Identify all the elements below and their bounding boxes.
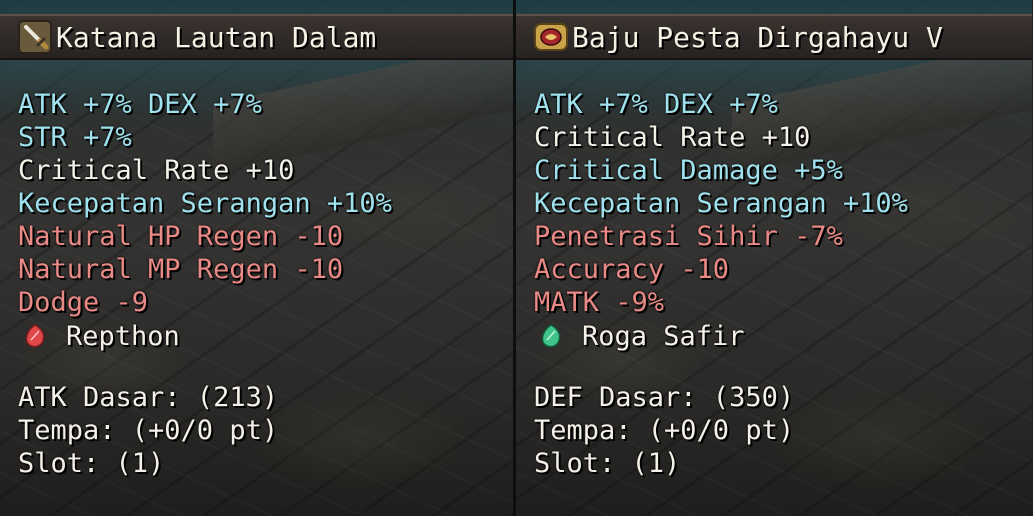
stat-line: Accuracy -10 xyxy=(534,254,730,285)
stat-line: STR +7% xyxy=(18,122,132,153)
katana-icon xyxy=(18,20,52,54)
slot-info: Slot: (1) xyxy=(18,448,165,479)
gem-label: Repthon xyxy=(66,320,180,352)
stat-line: Natural MP Regen -10 xyxy=(18,254,344,285)
base-atk: ATK Dasar: (213) xyxy=(18,382,279,413)
stat-line: ATK +7% DEX +7% xyxy=(18,89,262,120)
gem-label: Roga Safir xyxy=(582,320,745,352)
green-gem-icon xyxy=(541,324,561,348)
stat-line: Critical Rate +10 xyxy=(18,155,295,186)
stat-line: MATK -9% xyxy=(534,287,665,318)
item-title-bar: Baju Pesta Dirgahayu V xyxy=(516,14,1032,60)
stat-line: Dodge -9 xyxy=(18,287,149,318)
item-tooltip-right: Baju Pesta Dirgahayu V ATK +7% DEX +7% C… xyxy=(516,0,1032,516)
item-title: Baju Pesta Dirgahayu V xyxy=(572,20,943,54)
stat-line: ATK +7% DEX +7% xyxy=(534,89,778,120)
item-stats: ATK +7% DEX +7% STR +7% Critical Rate +1… xyxy=(18,88,507,480)
item-title: Katana Lautan Dalam xyxy=(56,20,377,54)
slot-info: Slot: (1) xyxy=(534,448,681,479)
stat-line: Critical Rate +10 xyxy=(534,122,811,153)
gem-slot-row[interactable]: Roga Safir xyxy=(534,319,1026,353)
party-outfit-icon xyxy=(534,23,568,51)
red-gem-icon xyxy=(25,324,45,348)
item-compare-view: Katana Lautan Dalam ATK +7% DEX +7% STR … xyxy=(0,0,1033,516)
item-tooltip-left: Katana Lautan Dalam ATK +7% DEX +7% STR … xyxy=(0,0,516,516)
refine-info: Tempa: (+0/0 pt) xyxy=(18,415,279,446)
refine-info: Tempa: (+0/0 pt) xyxy=(534,415,795,446)
item-stats: ATK +7% DEX +7% Critical Rate +10 Critic… xyxy=(534,88,1026,480)
stat-line: Kecepatan Serangan +10% xyxy=(18,188,392,219)
base-def: DEF Dasar: (350) xyxy=(534,382,795,413)
gem-slot-row[interactable]: Repthon xyxy=(18,319,507,353)
stat-line: Penetrasi Sihir -7% xyxy=(534,221,843,252)
stat-line: Critical Damage +5% xyxy=(534,155,843,186)
stat-line: Kecepatan Serangan +10% xyxy=(534,188,908,219)
stat-line: Natural HP Regen -10 xyxy=(18,221,344,252)
item-title-bar: Katana Lautan Dalam xyxy=(0,14,513,60)
